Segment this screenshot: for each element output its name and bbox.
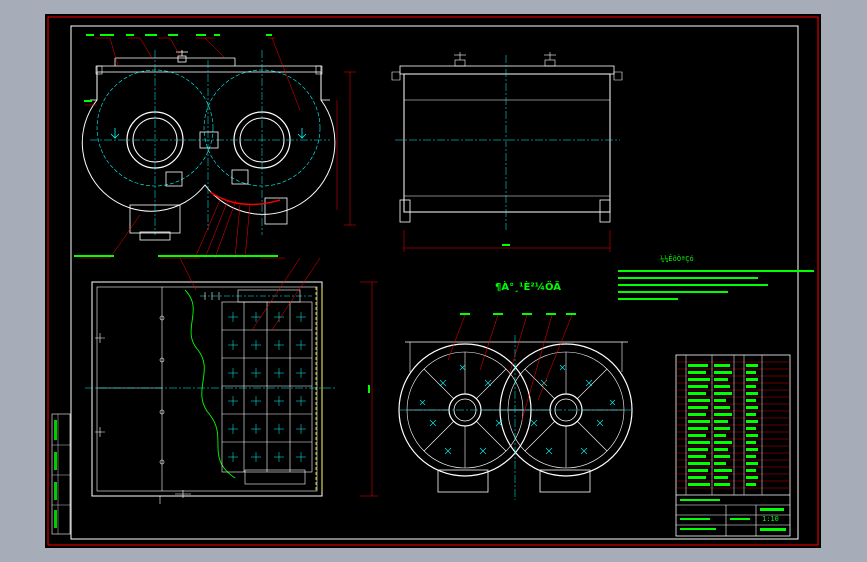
scale-text: 1:10 [762,515,779,523]
cad-viewport[interactable]: ¶À°¸¹È²¼ÖÃ ¼¼ÊõÒªÇó 1:10 [0,0,867,562]
section-title: ¶À°¸¹È²¼ÖÃ [495,279,561,293]
tech-heading: ¼¼ÊõÒªÇó [660,254,694,263]
cad-drawing: ¶À°¸¹È²¼ÖÃ ¼¼ÊõÒªÇó 1:10 [45,14,821,548]
